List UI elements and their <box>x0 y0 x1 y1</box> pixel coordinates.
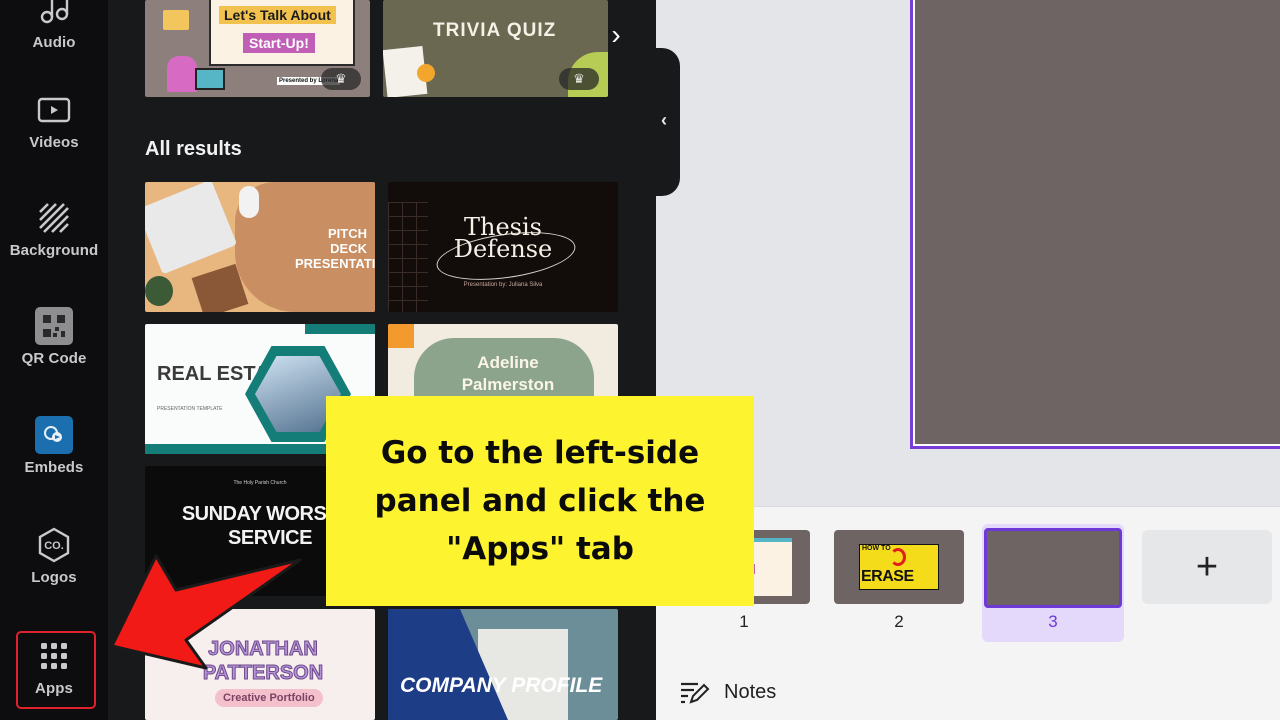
music-note-icon <box>34 0 74 28</box>
all-results-heading: All results <box>145 138 242 160</box>
premium-crown-icon: ♛ <box>559 68 599 90</box>
mouse-graphic <box>239 186 259 218</box>
sidebar-item-apps[interactable]: Apps <box>0 638 108 697</box>
sidebar-item-background[interactable]: Background <box>0 200 108 259</box>
co-hexagon-icon: CO. <box>34 527 74 563</box>
diagonal-stripes-icon <box>34 200 74 236</box>
notes-label: Notes <box>724 680 777 703</box>
template-card-thesis-defense[interactable]: Thesis Defense Presentation by: Juliana … <box>388 182 618 312</box>
video-play-icon <box>34 92 74 128</box>
template-card-trivia-quiz[interactable]: TRIVIA QUIZ ♛ <box>383 0 608 97</box>
plus-icon: + <box>1195 545 1219 588</box>
sidebar-item-label: QR Code <box>21 350 87 367</box>
template-title: JONATHAN PATTERSON <box>202 638 324 685</box>
current-slide-canvas[interactable] <box>910 0 1280 449</box>
embed-icon <box>34 416 74 454</box>
template-card-lets-talk[interactable]: Let's Talk About Start-Up! Presented by … <box>145 0 370 97</box>
template-title: TRIVIA QUIZ <box>433 20 557 41</box>
canva-editor: Talk About Start-Up! HOW TO ERASE 1 2 3 … <box>0 0 1280 720</box>
template-title: Thesis Defense <box>453 213 553 263</box>
add-page-button[interactable]: + <box>1142 530 1272 604</box>
collapse-panel-button[interactable]: ‹ <box>656 108 672 132</box>
slide-background <box>915 0 1280 444</box>
grid-graphic <box>388 202 428 312</box>
qr-code-icon <box>34 307 74 345</box>
premium-crown-icon: ♛ <box>321 68 361 90</box>
teal-band-graphic <box>305 324 375 334</box>
sidebar-item-label: Videos <box>29 134 79 151</box>
page-2-arrow-graphic <box>890 548 906 566</box>
folder-graphic <box>163 10 189 30</box>
template-card-jonathan-patterson[interactable]: JONATHAN PATTERSON Creative Portfolio <box>145 609 375 720</box>
keyboard-graphic <box>145 182 238 275</box>
page-thumbnail-2[interactable]: HOW TO ERASE <box>834 530 964 604</box>
template-line1: Let's Talk About <box>219 6 336 24</box>
template-title: Adeline Palmerston <box>461 353 555 394</box>
sidebar-item-label: Audio <box>32 34 76 51</box>
notes-button[interactable]: Notes <box>680 680 776 704</box>
left-sidebar: Audio Videos Background QR Code Embeds C… <box>0 0 108 720</box>
callout-text: Go to the left-side panel and click the … <box>374 435 706 567</box>
sidebar-item-label: Background <box>9 242 99 259</box>
sidebar-item-videos[interactable]: Videos <box>0 92 108 151</box>
chevron-right-icon: › <box>611 19 621 50</box>
template-subtitle: PRESENTATION TEMPLATE <box>157 406 223 412</box>
zigzag-graphic <box>388 324 414 348</box>
template-title: COMPANY PROFILE <box>400 674 603 697</box>
tutorial-callout: Go to the left-side panel and click the … <box>326 396 754 606</box>
page-thumbnail-3[interactable] <box>984 528 1122 608</box>
notes-pencil-icon <box>681 682 710 704</box>
page-2-preview-line2: ERASE <box>861 568 914 585</box>
chevron-left-icon: ‹ <box>661 109 667 130</box>
template-line2: Start-Up! <box>243 33 315 53</box>
sidebar-item-label: Apps <box>35 680 73 697</box>
sidebar-item-embeds[interactable]: Embeds <box>0 416 108 476</box>
plant-graphic <box>145 276 173 306</box>
monitor-illustration <box>195 68 225 90</box>
smiley-graphic <box>417 64 435 82</box>
carousel-next-button[interactable]: › <box>606 18 626 52</box>
template-card-pitch-deck[interactable]: PITCH DECK PRESENTATION <box>145 182 375 312</box>
page-2-preview-line1: HOW TO <box>862 545 891 552</box>
page-number-1: 1 <box>739 612 749 631</box>
sidebar-item-qr-code[interactable]: QR Code <box>0 307 108 367</box>
template-title: PITCH DECK PRESENTATION <box>295 226 375 271</box>
page-number-2: 2 <box>894 612 904 631</box>
sidebar-item-logos[interactable]: CO. Logos <box>0 527 108 586</box>
template-subtitle: Presentation by: Juliana Silva <box>463 282 543 288</box>
template-card-company-profile[interactable]: COMPANY PROFILE <box>388 609 618 720</box>
svg-text:CO.: CO. <box>44 540 64 552</box>
template-subtitle: Creative Portfolio <box>215 689 323 707</box>
podcaster-illustration <box>167 56 197 92</box>
page-number-3: 3 <box>1048 612 1058 631</box>
grid-dots-icon <box>34 638 74 674</box>
sidebar-item-audio[interactable]: Audio <box>0 0 108 51</box>
sidebar-item-label: Logos <box>31 569 77 586</box>
sidebar-item-label: Embeds <box>24 459 84 476</box>
